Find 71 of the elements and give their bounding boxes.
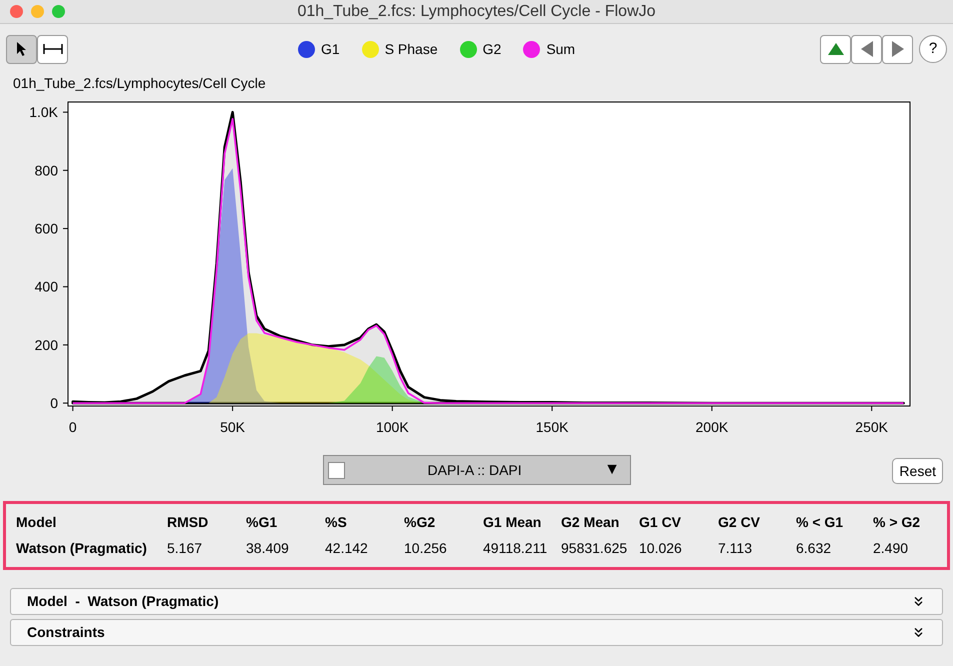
path-label: 01h_Tube_2.fcs/Lymphocytes/Cell Cycle	[13, 75, 266, 91]
triangle-left-icon	[860, 40, 874, 58]
y-tick-label: 0	[50, 395, 58, 412]
tick-mark	[392, 406, 393, 412]
table-cell-text: 2.490	[873, 539, 910, 558]
table-cell-text: 10.256	[404, 539, 448, 558]
column-header: G1 CV	[639, 513, 682, 532]
tick-mark	[232, 406, 234, 412]
table-cell-text: 42.142	[325, 539, 369, 558]
column-header: G1 Mean	[483, 513, 542, 532]
table-cell-text: 10.026	[639, 539, 683, 558]
close-button[interactable]	[10, 5, 23, 18]
table-cell-text: 5.167	[167, 539, 204, 558]
pointer-icon	[16, 41, 28, 57]
tick-mark	[62, 344, 68, 346]
x-tick-label: 150K	[536, 419, 568, 435]
reset-button[interactable]: Reset	[892, 458, 943, 484]
tool-button[interactable]	[37, 34, 68, 64]
column-header: G2 Mean	[561, 513, 620, 532]
column-header: G2 CV	[718, 513, 762, 532]
table-cell-text: 7.113	[718, 539, 753, 558]
tick-mark	[711, 406, 712, 412]
nav-button[interactable]	[882, 34, 913, 64]
y-tick-label: 400	[34, 278, 58, 295]
tick-mark	[62, 112, 68, 113]
column-header: %G2	[404, 513, 436, 532]
column-header: RMSD	[167, 513, 210, 532]
help-button[interactable]: ?	[919, 35, 947, 63]
checkbox[interactable]	[328, 462, 345, 478]
column-header: Model	[16, 513, 58, 532]
triangle-right-icon	[890, 40, 904, 58]
table-cell-text: 38.409	[246, 539, 290, 558]
nav-button[interactable]	[820, 34, 851, 64]
range-icon	[42, 43, 62, 55]
tick-mark	[62, 228, 68, 230]
y-tick-label: 200	[34, 336, 58, 353]
x-tick-label: 50K	[220, 419, 246, 435]
x-tick-label: 0	[68, 419, 77, 435]
table-cell-text: 49118.211	[483, 539, 548, 558]
y-tick-label: 800	[34, 162, 58, 178]
table-cell-text: Watson (Pragmatic)	[16, 539, 148, 558]
tool-button[interactable]	[6, 34, 37, 64]
dropdown-value: DAPI-A :: DAPI	[426, 460, 523, 480]
legend-label: G2	[482, 40, 502, 59]
collapsible-panel-header[interactable]: Constraints	[10, 619, 943, 646]
parameter-dropdown[interactable]: DAPI-A :: DAPI ▼	[323, 455, 631, 485]
collapsible-panel-header[interactable]: Model - Watson (Pragmatic)	[10, 588, 943, 615]
legend-label: G1	[321, 40, 340, 59]
x-tick-label: 250K	[855, 419, 888, 435]
panel-title: Constraints	[27, 623, 105, 642]
column-header: % > G2	[873, 513, 922, 532]
tick-mark	[552, 406, 553, 412]
tick-mark	[871, 406, 872, 412]
table-cell-text: 6.632	[796, 539, 832, 558]
x-tick-label: 100K	[376, 419, 409, 435]
triangle-up-icon	[826, 42, 844, 56]
dropdown-arrow: ▼	[604, 460, 620, 480]
window-title: 01h_Tube_2.fcs: Lymphocytes/Cell Cycle - FlowJo	[297, 2, 656, 22]
column-header: % < G1	[796, 513, 844, 532]
panel-title: Model - Watson (Pragmatic)	[27, 592, 219, 611]
table-cell-text: 95831.625	[561, 539, 628, 558]
legend-label: Sum	[546, 40, 576, 59]
nav-button[interactable]	[851, 34, 882, 64]
column-header: %S	[325, 513, 348, 532]
tick-mark	[62, 170, 68, 171]
y-tick-label: 600	[34, 220, 58, 237]
y-tick-label: 1.0K	[29, 104, 58, 120]
tick-mark	[62, 286, 68, 288]
x-tick-label: 200K	[696, 419, 728, 435]
legend-label: S Phase	[384, 40, 438, 59]
column-header: %G1	[246, 513, 278, 532]
